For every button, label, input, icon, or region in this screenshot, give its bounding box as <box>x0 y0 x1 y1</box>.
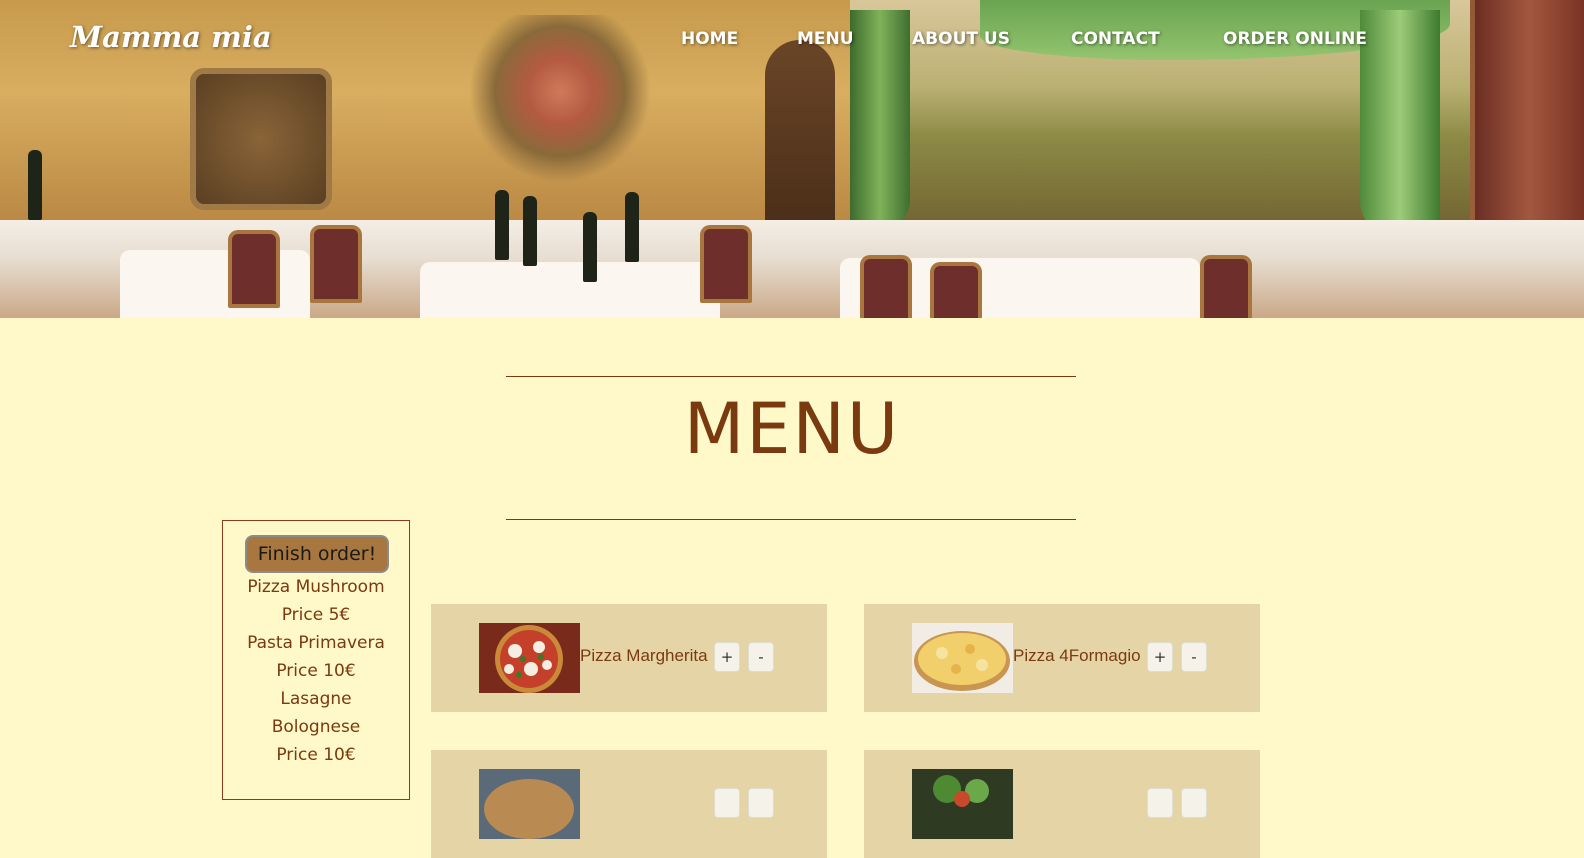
decrease-quantity-button[interactable]: - <box>1181 642 1207 672</box>
order-line: Price 5€ <box>281 605 351 625</box>
dining-chair <box>700 225 752 303</box>
product-name: Pizza 4Formagio <box>1013 646 1141 665</box>
site-logo[interactable]: Mamma mia <box>70 20 272 54</box>
wall-relief <box>190 68 332 210</box>
salad-photo <box>912 769 1013 839</box>
dining-chair <box>930 262 982 318</box>
nav-about-us[interactable]: ABOUT US <box>912 29 1010 49</box>
order-line: Pasta Primavera <box>247 633 385 653</box>
finish-order-button[interactable]: Finish order! <box>245 535 389 573</box>
dining-chair <box>310 225 362 303</box>
product-name: Pizza Margherita <box>580 646 708 665</box>
dining-table <box>420 262 720 318</box>
order-items-list: Pizza Mushroom Price 5€ Pasta Primavera … <box>223 573 409 769</box>
divider-bottom <box>506 519 1076 520</box>
pizza-margherita-photo <box>479 623 580 693</box>
wine-bottle <box>523 196 537 266</box>
nav-order-online[interactable]: ORDER ONLINE <box>1223 29 1367 49</box>
flower-arrangement <box>470 15 650 185</box>
divider-top <box>506 376 1076 377</box>
increase-quantity-button[interactable]: + <box>1147 642 1173 672</box>
arched-door <box>765 40 835 230</box>
dining-table <box>120 250 310 318</box>
wine-bottle <box>625 192 639 262</box>
mural-curtain-right <box>1360 10 1440 240</box>
product-card-pizza-4formagio: Pizza 4Formagio + - <box>864 604 1260 712</box>
dining-chair <box>228 230 280 308</box>
order-line: Pizza Mushroom <box>247 577 385 597</box>
order-line: Price 10€ <box>276 745 356 765</box>
nav-contact[interactable]: CONTACT <box>1071 29 1160 49</box>
order-line: Lasagne <box>280 689 352 709</box>
order-line: Price 10€ <box>276 661 356 681</box>
pizza-4formagio-photo <box>912 623 1013 693</box>
nav-home[interactable]: HOME <box>681 29 738 49</box>
mural-curtain-left <box>850 10 910 230</box>
order-summary: Finish order! Pizza Mushroom Price 5€ Pa… <box>222 520 410 800</box>
decrease-quantity-button[interactable]: - <box>748 642 774 672</box>
wine-bottle <box>495 190 509 260</box>
product-card <box>431 750 827 858</box>
order-line: Bolognese <box>271 717 361 737</box>
increase-quantity-button[interactable]: + <box>714 642 740 672</box>
nav-menu[interactable]: MENU <box>797 29 854 49</box>
pizza-photo <box>479 769 580 839</box>
product-card-pizza-margherita: Pizza Margherita + - <box>431 604 827 712</box>
page-title: MENU <box>683 388 901 470</box>
wine-bottle <box>28 150 42 220</box>
dining-chair <box>1200 255 1252 318</box>
product-card <box>864 750 1260 858</box>
wine-bottle <box>583 212 597 282</box>
dining-chair <box>860 255 912 318</box>
